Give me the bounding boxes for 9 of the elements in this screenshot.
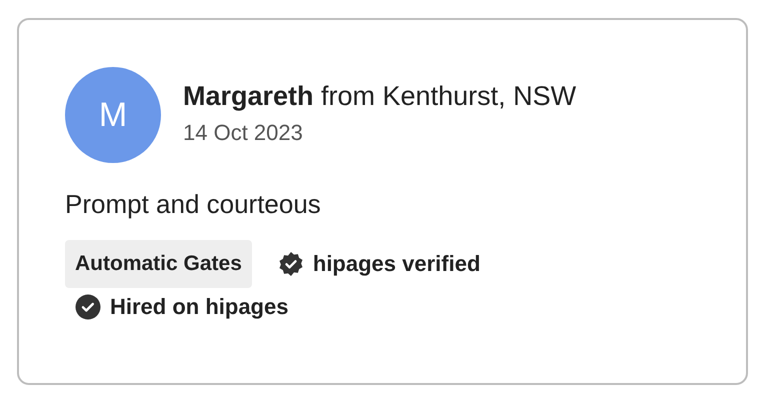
reviewer-heading: Margareth from Kenthurst, NSW [183,81,576,112]
review-comment: Prompt and courteous [65,189,322,220]
avatar: M [65,67,161,163]
verified-seal-icon [278,251,304,277]
service-tag: Automatic Gates [65,240,252,288]
check-circle-icon [75,294,101,320]
badge-label: hipages verified [312,251,480,277]
review-date: 14 Oct 2023 [183,120,304,146]
badge-label: Hired on hipages [110,294,288,320]
